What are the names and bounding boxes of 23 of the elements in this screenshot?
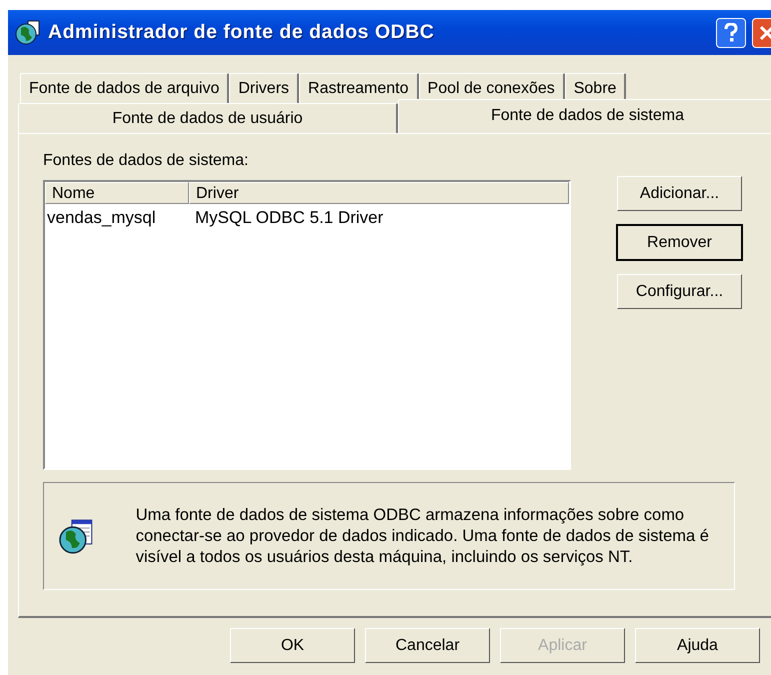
action-button[interactable]: Configurar... (617, 274, 742, 309)
help-button[interactable] (716, 18, 746, 48)
tab[interactable]: Fonte de dados de sistema (398, 99, 771, 133)
data-source-list[interactable]: Nome Driver vendas_mysql MySQL ODBC 5.1 Driver (43, 180, 571, 470)
action-button[interactable]: Adicionar... (617, 176, 742, 211)
dialog-button[interactable]: Ajuda (635, 628, 760, 663)
tab[interactable]: Rastreamento (299, 73, 419, 103)
column-header[interactable]: Driver (189, 182, 569, 204)
globe-icon (14, 18, 42, 46)
window-title: Administrador de fonte de dados ODBC (48, 21, 436, 44)
table-cell-text: MySQL ODBC 5.1 Driver (194, 208, 384, 228)
table-cell-text: vendas_mysql (46, 208, 157, 228)
info-text: Uma fonte de dados de sistema ODBC armazena informações sobre como conectar-se ao provedor de dados indicado. Uma fonte de dados de sistema é visível a todos os usuários desta máquina, incluindo os serviços NT. (136, 504, 710, 568)
list-label: Fontes de dados de sistema: (43, 152, 250, 170)
help-icon (724, 22, 738, 42)
column-header[interactable]: Nome (45, 182, 189, 204)
dialog-button[interactable]: Cancelar (365, 628, 490, 663)
action-button[interactable]: Remover (617, 225, 742, 260)
tab[interactable]: Drivers (229, 73, 300, 103)
dialog-button[interactable]: OK (230, 628, 355, 663)
tab[interactable]: Fonte de dados de arquivo (20, 73, 230, 103)
close-icon (759, 24, 771, 40)
tab[interactable]: Fonte de dados de usuário (18, 103, 398, 133)
